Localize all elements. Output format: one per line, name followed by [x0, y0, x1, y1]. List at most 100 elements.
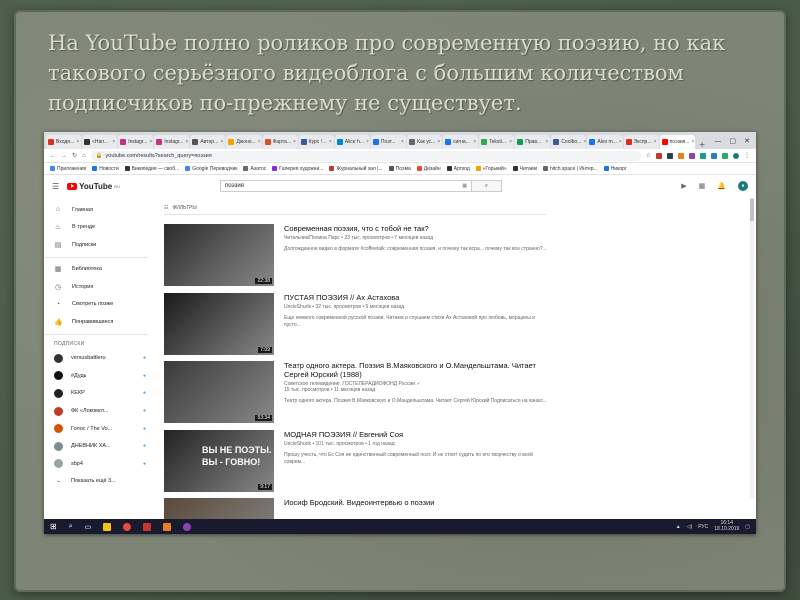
bookmark-item[interactable]: Никорг	[603, 166, 627, 172]
video-result[interactable]: ВЫ НЕ ПОЭТЫ. ВЫ - ГОВНО! 9:17 МОДНАЯ ПОЭЗИ…	[164, 429, 756, 499]
browser-tab[interactable]: Поэт... ×	[370, 135, 406, 149]
browser-tab[interactable]: Instagr... ×	[154, 135, 190, 149]
avatar[interactable]: ●	[738, 181, 748, 191]
bookmark-item[interactable]: Википедия — своб...	[124, 166, 179, 172]
bookmark-item[interactable]: Приложения	[50, 166, 86, 172]
video-title[interactable]: Театр одного актера. Поэзия В.Маяковског…	[284, 361, 544, 379]
tab-close-icon[interactable]: ×	[509, 139, 512, 145]
tab-close-icon[interactable]: ×	[293, 139, 296, 145]
scrollbar-thumb[interactable]	[750, 199, 754, 221]
tab-close-icon[interactable]: ×	[329, 139, 332, 145]
video-result[interactable]: 53:34 Театр одного актера. Поэзия В.Маяко…	[164, 361, 756, 430]
subscription-item[interactable]: sbp4 ●	[44, 455, 148, 473]
browser-tab[interactable]: Coolbo... ×	[551, 135, 587, 149]
video-title[interactable]: Современная поэзия, что с тобой не так?	[284, 224, 544, 233]
tab-close-icon[interactable]: ×	[619, 139, 622, 145]
browser-tab[interactable]: Автор... ×	[190, 135, 226, 149]
tab-close-icon[interactable]: ×	[437, 139, 440, 145]
subscription-item[interactable]: КЕКР ●	[44, 385, 148, 403]
browser-tab[interactable]: Teksti... ×	[479, 135, 515, 149]
sidebar-item[interactable]: ▦ Библиотека	[44, 261, 148, 279]
apps-grid-icon[interactable]: ▦	[699, 182, 706, 190]
bookmark-item[interactable]: «Горький»	[475, 166, 507, 172]
sidebar-item[interactable]: ⌂ Главная	[44, 201, 148, 219]
subscription-item[interactable]: #Дудь ●	[44, 367, 148, 385]
reload-icon[interactable]: ↻	[72, 152, 77, 159]
sidebar-item[interactable]: ◔ Смотреть позже	[44, 296, 148, 314]
tab-close-icon[interactable]: ×	[654, 139, 657, 145]
video-thumbnail[interactable]: 22:38	[164, 224, 274, 286]
browser-tab[interactable]: Фарта... ×	[262, 135, 298, 149]
url-field[interactable]: 🔒 youtube.com/results?search_query=поэзи…	[90, 150, 641, 161]
home-button-icon[interactable]: ⌂	[82, 153, 86, 159]
file-explorer-icon[interactable]	[103, 522, 112, 531]
browser-tab[interactable]: Instagr... ×	[118, 135, 154, 149]
sidebar-item[interactable]: ♨ В тренде	[44, 219, 148, 237]
volume-icon[interactable]: ◁)	[687, 524, 693, 530]
subscription-item[interactable]: versusbattleru ●	[44, 350, 148, 368]
close-window-icon[interactable]: ✕	[744, 137, 750, 145]
star-icon[interactable]: ☆	[646, 152, 651, 159]
subscription-item[interactable]: ДНЕВНИК ХА... ●	[44, 437, 148, 455]
search-input[interactable]: поэзия ▦	[219, 180, 472, 192]
extension-icon[interactable]	[656, 152, 662, 159]
sidebar-item[interactable]: ◷ История	[44, 278, 148, 296]
video-thumbnail[interactable]: 53:34	[164, 361, 274, 423]
video-title[interactable]: МОДНАЯ ПОЭЗИЯ // Евгений Соя	[284, 430, 544, 439]
minimize-icon[interactable]: —	[715, 137, 722, 145]
language-indicator[interactable]: РУС	[698, 524, 708, 530]
bookmark-item[interactable]: Галерея художни...	[272, 166, 323, 172]
subscription-item[interactable]: ФК «Локомот... ●	[44, 402, 148, 420]
sidebar-item[interactable]: 👍 Понравившиеся	[44, 313, 148, 331]
task-view-icon[interactable]: ▭	[85, 523, 92, 531]
browser-tab[interactable]: Джоно... ×	[226, 135, 262, 149]
bookmark-item[interactable]: Журнальный зал |...	[329, 166, 383, 172]
browser-tab[interactable]: Курс !... ×	[298, 135, 334, 149]
tab-close-icon[interactable]: ×	[692, 139, 695, 145]
search-icon[interactable]: ⌕	[69, 523, 73, 531]
video-result[interactable]: 7:09 ПУСТАЯ ПОЭЗИЯ // Ах Астахова UncleShu…	[164, 292, 756, 362]
browser-tab[interactable]: Alex m... ×	[587, 135, 623, 149]
windows-start-icon[interactable]: ⊞	[50, 522, 57, 531]
menu-dots-icon[interactable]: ⋮	[744, 152, 750, 159]
create-video-icon[interactable]: ▶	[681, 182, 686, 190]
maximize-icon[interactable]: ▢	[730, 137, 737, 145]
notifications-bell-icon[interactable]: 🔔	[717, 182, 726, 190]
browser-tab[interactable]: сигна... ×	[443, 135, 479, 149]
forward-icon[interactable]: →	[61, 153, 67, 159]
back-icon[interactable]: ←	[50, 153, 56, 159]
bookmark-item[interactable]: Google Переводчик	[185, 166, 237, 172]
sidebar-item[interactable]: ▤ Подписки	[44, 236, 148, 254]
extension-icon[interactable]	[700, 152, 706, 159]
viber-icon[interactable]	[183, 522, 192, 531]
browser-tab[interactable]: Прав... ×	[515, 135, 551, 149]
tab-close-icon[interactable]: ×	[545, 139, 548, 145]
tab-close-icon[interactable]: ×	[366, 139, 369, 145]
extension-icon[interactable]	[711, 152, 717, 159]
scrollbar[interactable]	[750, 197, 754, 499]
tab-close-icon[interactable]: ×	[185, 139, 188, 145]
app-icon[interactable]	[143, 522, 152, 531]
extension-icon[interactable]	[689, 152, 695, 159]
browser-tab[interactable]: Входя... ×	[46, 135, 82, 149]
video-result[interactable]: 22:38 Современная поэзия, что с тобой не …	[164, 224, 756, 293]
tab-close-icon[interactable]: ×	[112, 139, 115, 145]
profile-icon[interactable]	[733, 152, 739, 159]
tab-close-icon[interactable]: ×	[473, 139, 476, 145]
browser-tab[interactable]: «Нап... ×	[82, 135, 118, 149]
extension-icon[interactable]	[667, 152, 673, 159]
clock[interactable]: 16:14 18.10.2019	[714, 520, 739, 532]
video-title[interactable]: ПУСТАЯ ПОЭЗИЯ // Ах Астахова	[284, 293, 544, 302]
browser-tab[interactable]: Экспр... ×	[623, 135, 659, 149]
tab-close-icon[interactable]: ×	[258, 139, 261, 145]
video-thumbnail[interactable]: ВЫ НЕ ПОЭТЫ. ВЫ - ГОВНО! 9:17	[164, 429, 274, 492]
network-icon[interactable]: ▲	[676, 524, 681, 530]
bookmark-item[interactable]: Поэма	[388, 166, 411, 172]
extension-icon[interactable]	[678, 152, 684, 159]
tab-close-icon[interactable]: ×	[583, 139, 586, 145]
bookmark-item[interactable]: Азатос	[243, 166, 266, 172]
bookmark-item[interactable]: hitch.space | Интер...	[542, 166, 598, 172]
tab-close-icon[interactable]: ×	[149, 139, 152, 145]
filters-button[interactable]: ☷ ФИЛЬТРЫ	[164, 201, 546, 215]
show-more-button[interactable]: ⌄ Показать ещё 3...	[44, 473, 148, 491]
